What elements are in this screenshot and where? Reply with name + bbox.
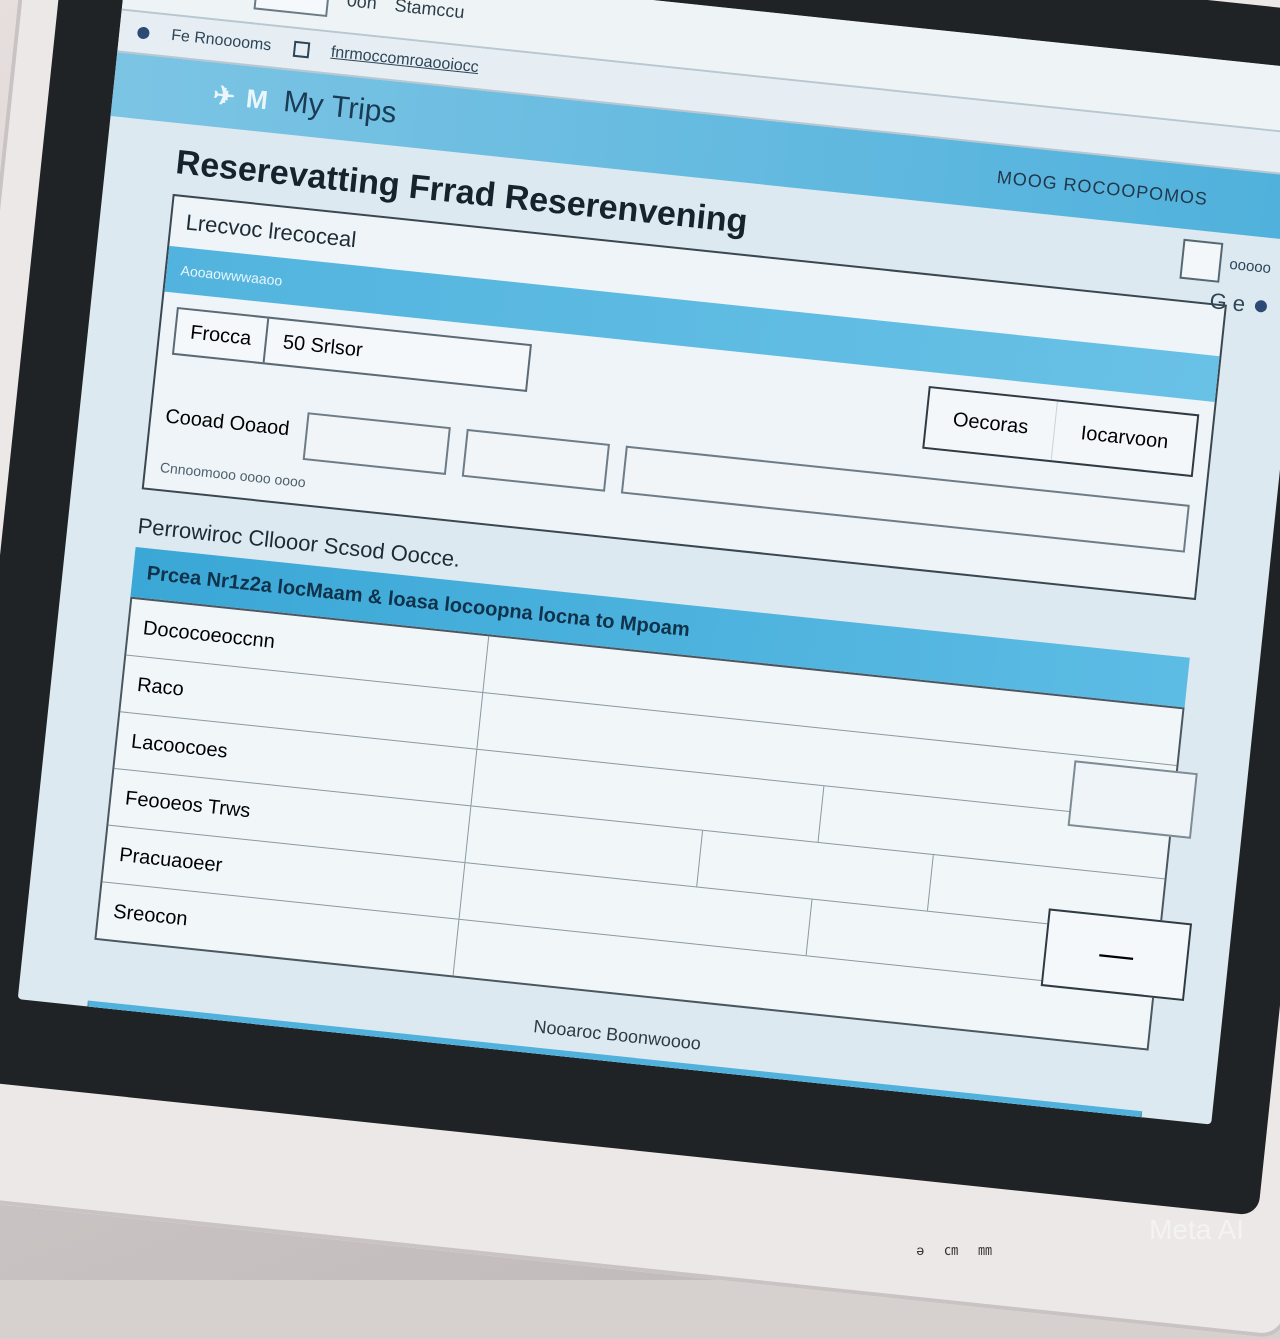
from-label: Frocca — [174, 309, 269, 362]
segmented-control[interactable]: Oecoras Iocarvoon — [922, 386, 1200, 477]
menu-item-1[interactable]: 0on — [346, 0, 378, 14]
segment-left[interactable]: Oecoras — [924, 388, 1057, 460]
minus-button[interactable]: — — [1041, 908, 1192, 1001]
secure-dot-icon — [137, 26, 150, 39]
main-content: ooooo G e Reserevatting Frrad Reserenven… — [18, 116, 1280, 1125]
input-box-2[interactable] — [461, 429, 609, 492]
side-checkbox[interactable] — [1180, 239, 1224, 283]
segment-right[interactable]: Iocarvoon — [1051, 401, 1197, 474]
plane-logo-icon: ✈ M — [212, 79, 272, 116]
header-status: MOOG ROCOOPOMOS — [996, 167, 1209, 210]
checkbox-icon[interactable] — [292, 41, 310, 59]
screen: 9rranco 0on Stamccu Fe Rnooooms fnrmocco… — [18, 0, 1280, 1125]
mini-control[interactable] — [1068, 760, 1198, 839]
input-box-1[interactable] — [302, 412, 450, 475]
address-link[interactable]: fnrmoccomroaooiocc — [330, 44, 480, 77]
field-note: Cooad Ooaod — [162, 397, 291, 458]
from-value[interactable]: 50 Srlsor — [266, 329, 529, 379]
side-widget-label: ooooo — [1229, 255, 1272, 276]
menu-item-2[interactable]: Stamccu — [394, 0, 466, 23]
address-prefix: Fe Rnooooms — [170, 27, 272, 55]
laptop: 9rranco 0on Stamccu Fe Rnooooms fnrmocco… — [0, 0, 1280, 1339]
watermark: Meta AI — [1149, 1214, 1244, 1246]
screen-bezel: 9rranco 0on Stamccu Fe Rnooooms fnrmocco… — [0, 0, 1280, 1216]
corner-glyphs: ǝ ㎝ ㎜ — [916, 1240, 1000, 1260]
side-widget-icon-text[interactable]: G e — [1208, 288, 1246, 318]
status-dot-icon — [1254, 300, 1267, 313]
new-tab-button[interactable] — [254, 0, 332, 17]
app-title[interactable]: My Trips — [282, 85, 398, 131]
side-widget: ooooo G e — [1176, 239, 1273, 320]
